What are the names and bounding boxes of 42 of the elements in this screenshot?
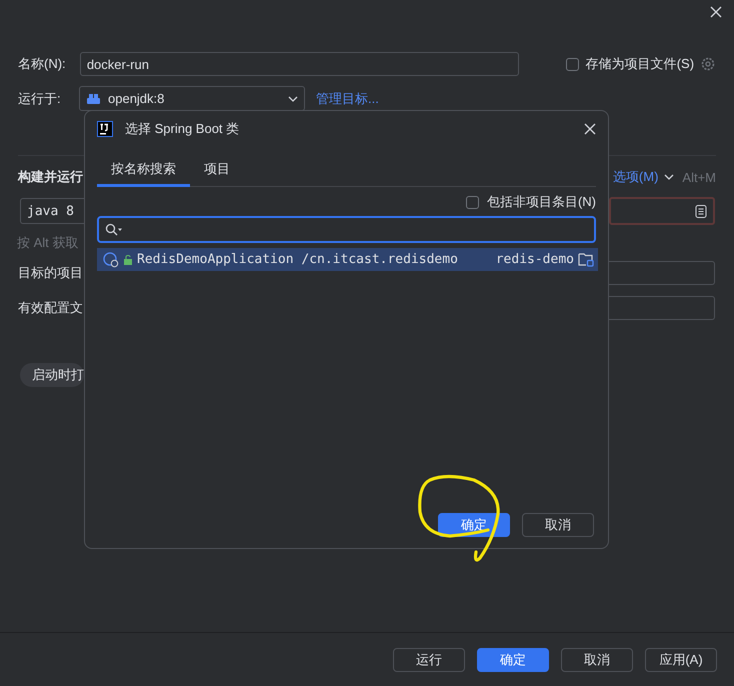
footer-button[interactable]: 应用(A): [645, 648, 717, 672]
store-label: 存储为项目文件(S): [586, 55, 694, 73]
modify-options-link[interactable]: 选项(M): [612, 168, 658, 186]
shortcut-label: Alt+M: [682, 170, 716, 184]
target-label: 目标的项目: [18, 264, 84, 282]
dialog-title: 选择 Spring Boot 类: [125, 120, 240, 138]
search-field[interactable]: [97, 216, 596, 243]
class-icon: [103, 252, 119, 268]
result-row[interactable]: RedisDemoApplication /cn.itcast.redisdemo redis-demo: [97, 248, 598, 271]
profiles-label: 有效配置文: [18, 299, 84, 317]
close-icon[interactable]: [584, 123, 596, 135]
lock-icon: [123, 254, 133, 264]
class-path-text: RedisDemoApplication /cn.itcast.redisdemo: [137, 252, 459, 267]
name-field[interactable]: docker-run: [80, 52, 519, 76]
close-icon[interactable]: [710, 6, 722, 18]
include-label: 包括非项目条目(N): [486, 193, 596, 211]
startup-chip[interactable]: 启动时打: [20, 363, 84, 387]
app-logo-icon: [97, 121, 113, 137]
store-checkbox[interactable]: [566, 58, 579, 70]
footer-button[interactable]: 运行: [393, 648, 465, 672]
chevron-icon: [288, 96, 298, 102]
manage-targets-link[interactable]: 管理目标...: [316, 90, 379, 108]
folder-icon: [578, 252, 594, 267]
document-icon[interactable]: [695, 204, 707, 218]
ok-button[interactable]: 确定: [477, 648, 549, 672]
tab[interactable]: 项目: [190, 156, 244, 187]
target-field[interactable]: [609, 261, 715, 285]
footer-button[interactable]: 取消: [561, 648, 633, 672]
run-on-label: 运行于:: [18, 90, 62, 108]
tab[interactable]: 按名称搜索: [97, 156, 190, 187]
name-label: 名称(N):: [18, 55, 67, 73]
hint-text: 按 Alt 获取: [17, 234, 78, 252]
build-run-label: 构建并运行: [18, 168, 83, 186]
main-class-field[interactable]: [609, 197, 715, 225]
profiles-field[interactable]: [609, 296, 715, 320]
include-checkbox[interactable]: [466, 196, 479, 208]
module-name: redis-demo: [496, 252, 574, 267]
container-icon: [86, 92, 102, 104]
chevron-icon: [664, 174, 674, 180]
cancel-button[interactable]: 取消: [522, 513, 594, 537]
search-icon: [105, 223, 123, 236]
gear-icon[interactable]: [700, 56, 716, 72]
